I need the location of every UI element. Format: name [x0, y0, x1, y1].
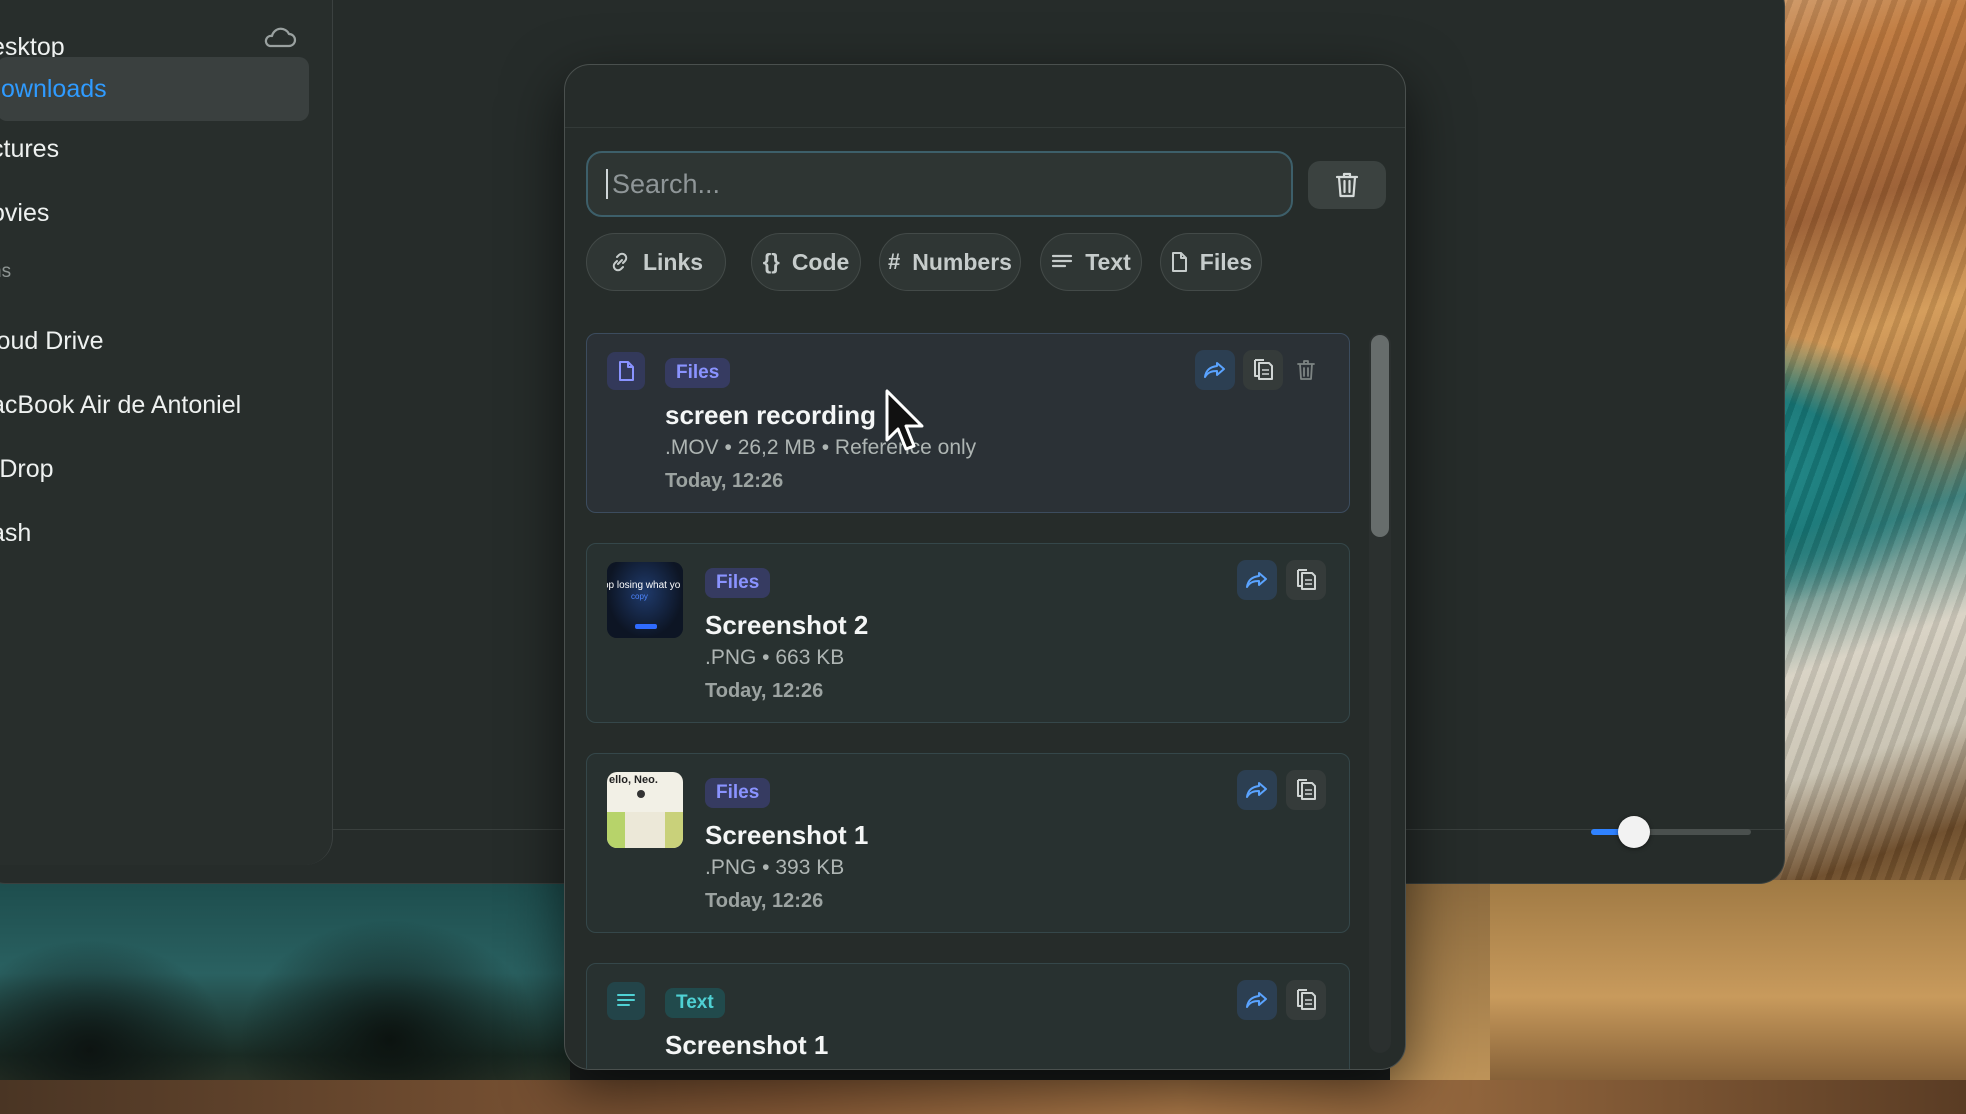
copy-button[interactable]	[1286, 770, 1326, 810]
scrollbar-thumb[interactable]	[1371, 335, 1389, 537]
file-icon	[1171, 252, 1187, 272]
sidebar-item-label: loud Drive	[0, 326, 104, 355]
share-button[interactable]	[1195, 350, 1235, 390]
wallpaper-trees	[0, 880, 570, 1114]
sidebar-item-label: ash	[0, 518, 32, 547]
file-icon	[607, 352, 645, 390]
copy-icon	[1297, 779, 1316, 800]
item-title: Screenshot 1	[705, 820, 869, 850]
item-date: Today, 12:26	[705, 680, 824, 702]
clipboard-list: Files screen recording .MOV • 26,2 MB • …	[585, 327, 1351, 1069]
sidebar-item-label: ovies	[0, 198, 50, 227]
braces-icon: {}	[762, 249, 780, 274]
sidebar-item-icloud-drive[interactable]: loud Drive	[0, 315, 313, 367]
text-caret	[606, 169, 608, 199]
icon-size-slider[interactable]	[1591, 816, 1751, 848]
type-badge: Text	[665, 988, 725, 1018]
item-meta: .PNG • 663 KB	[705, 646, 845, 669]
type-badge: Files	[705, 778, 771, 808]
lines-icon	[1052, 254, 1073, 268]
sidebar-item-movies[interactable]: ovies	[0, 187, 313, 239]
list-item[interactable]: Files screen recording .MOV • 26,2 MB • …	[586, 333, 1350, 513]
share-arrow-icon	[1246, 992, 1267, 1008]
type-badge: Files	[665, 358, 731, 388]
sidebar-item-airdrop[interactable]: rDrop	[0, 443, 313, 495]
search-input[interactable]	[612, 168, 1252, 200]
list-item[interactable]: Text Screenshot 1	[586, 963, 1350, 1069]
share-arrow-icon	[1246, 782, 1267, 798]
type-badge: Files	[705, 568, 771, 598]
share-arrow-icon	[1246, 572, 1267, 588]
thumbnail-text: ello, Neo.	[609, 774, 658, 786]
item-date: Today, 12:26	[705, 890, 824, 912]
share-arrow-icon	[1204, 362, 1225, 378]
copy-icon	[1297, 569, 1316, 590]
copy-icon	[1254, 359, 1273, 380]
filter-label: Code	[791, 248, 850, 275]
share-button[interactable]	[1237, 560, 1277, 600]
item-date: Today, 12:26	[665, 470, 784, 492]
filter-label: Links	[642, 248, 704, 275]
copy-button[interactable]	[1286, 980, 1326, 1020]
sidebar-item-pictures[interactable]: ctures	[0, 123, 313, 175]
cloud-icon[interactable]	[261, 25, 297, 49]
list-item[interactable]: ello, Neo. Files Screenshot 1 .PNG • 393…	[586, 753, 1350, 933]
panel-header-divider	[565, 127, 1405, 128]
filter-text[interactable]: Text	[1040, 233, 1142, 291]
filter-files[interactable]: Files	[1160, 233, 1262, 291]
search-field[interactable]	[586, 151, 1293, 217]
sidebar-item-label: rDrop	[0, 454, 54, 483]
clear-all-button[interactable]	[1308, 161, 1386, 209]
trash-icon	[1297, 360, 1315, 380]
list-item[interactable]: op losing what yo copy Files Screenshot …	[586, 543, 1350, 723]
item-title: Screenshot 2	[705, 610, 869, 640]
sidebar-item-label: ctures	[0, 134, 60, 163]
slider-knob[interactable]	[1618, 816, 1651, 848]
finder-sidebar: esktop ownloads ctures ovies ns loud Dri…	[0, 0, 333, 865]
item-title: screen recording	[665, 400, 876, 430]
hash-icon: #	[888, 249, 901, 274]
item-title: Screenshot 1	[665, 1030, 829, 1060]
clipboard-panel: Links {} Code # Numbers Text Files	[564, 64, 1406, 1070]
thumbnail-image: op losing what yo copy	[607, 562, 683, 638]
filter-numbers[interactable]: # Numbers	[879, 233, 1021, 291]
sidebar-item-label: ownloads	[1, 74, 107, 103]
trash-icon	[1335, 172, 1359, 198]
wallpaper-bottom-strip	[0, 1080, 1966, 1114]
copy-button[interactable]	[1286, 560, 1326, 600]
filter-label: Text	[1085, 248, 1131, 275]
sidebar-item-label: acBook Air de Antoniel	[0, 390, 242, 419]
sidebar-section-header: ns	[0, 261, 12, 282]
sidebar-item-macbook[interactable]: acBook Air de Antoniel	[0, 379, 313, 431]
share-button[interactable]	[1237, 980, 1277, 1020]
filter-label: Files	[1199, 248, 1253, 275]
item-meta: .MOV • 26,2 MB • Reference only	[665, 436, 977, 459]
sidebar-item-trash[interactable]: ash	[0, 507, 313, 559]
filter-code[interactable]: {} Code	[751, 233, 861, 291]
item-meta: .PNG • 393 KB	[705, 856, 845, 879]
copy-icon	[1297, 989, 1316, 1010]
copy-button[interactable]	[1243, 350, 1283, 390]
thumbnail-image: ello, Neo.	[607, 772, 683, 848]
share-button[interactable]	[1237, 770, 1277, 810]
filter-links[interactable]: Links	[586, 233, 726, 291]
mouse-cursor-icon	[885, 389, 924, 451]
text-lines-icon	[607, 982, 645, 1020]
sidebar-item-downloads[interactable]: ownloads	[0, 57, 309, 121]
delete-button[interactable]	[1286, 350, 1326, 390]
thumbnail-text: op losing what yo	[607, 580, 681, 591]
filter-label: Numbers	[912, 248, 1012, 275]
link-icon	[612, 252, 628, 272]
